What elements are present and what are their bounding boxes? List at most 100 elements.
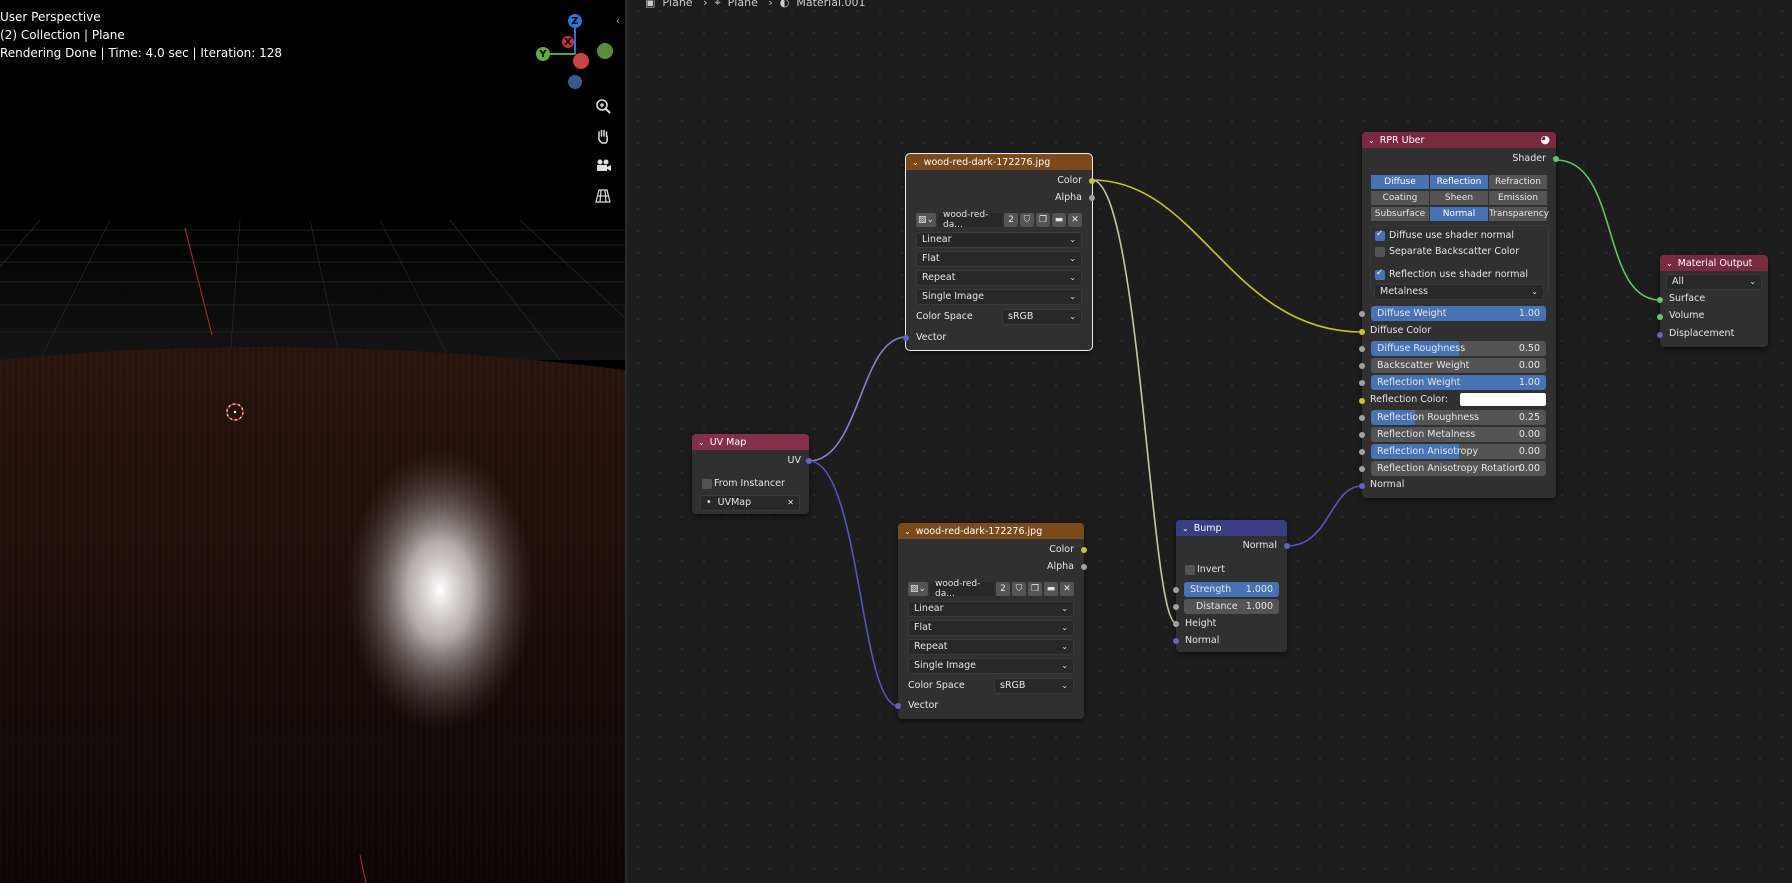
bump-node[interactable]: ⌄ Bump Normal Invert Strength 1.000 Dist…	[1173, 520, 1290, 652]
diffuse-roughness-socket[interactable]	[1359, 346, 1365, 352]
navigation-gizmo[interactable]: Z X Y	[530, 10, 620, 95]
gizmo-neg-z[interactable]	[568, 75, 582, 89]
projection-dropdown[interactable]: Flat ⌄	[916, 251, 1082, 267]
input-normal-socket[interactable]	[1173, 638, 1179, 644]
input-height-socket[interactable]	[1173, 621, 1179, 627]
duplicate-icon[interactable]: ❐	[1036, 213, 1051, 227]
gizmo-z-axis[interactable]: Z	[568, 14, 582, 28]
output-color-socket[interactable]	[1089, 178, 1095, 184]
shader-preview-icon[interactable]: ◕	[1540, 133, 1550, 146]
from-instancer-checkbox[interactable]	[702, 479, 712, 489]
separate-backscatter-checkbox[interactable]	[1375, 247, 1385, 257]
tab-refraction[interactable]: Refraction	[1489, 175, 1547, 189]
output-normal-socket[interactable]	[1284, 543, 1290, 549]
fake-user-shield-icon[interactable]: ⛉	[1020, 213, 1035, 227]
image-browse-icon[interactable]: ▨⌄	[916, 213, 937, 227]
node-header[interactable]: ⌄ Bump	[1176, 520, 1287, 536]
output-uv-socket[interactable]	[806, 458, 812, 464]
source-dropdown[interactable]: Single Image ⌄	[908, 658, 1074, 674]
backscatter-weight-field[interactable]: Backscatter Weight 0.00	[1371, 358, 1546, 373]
diffuse-roughness-field[interactable]: Diffuse Roughness 0.50	[1371, 341, 1546, 356]
extension-dropdown[interactable]: Repeat ⌄	[908, 639, 1074, 655]
node-header[interactable]: ⌄ Material Output	[1660, 255, 1768, 271]
input-normal-socket[interactable]	[1359, 483, 1365, 489]
image-texture-node-2[interactable]: ⌄ wood-red-dark-172276.jpg Color Alpha ▨…	[895, 523, 1087, 719]
reflection-metalness-socket[interactable]	[1359, 432, 1365, 438]
reflection-weight-field[interactable]: Reflection Weight 1.00	[1371, 375, 1546, 390]
node-header[interactable]: ⌄ RPR Uber ◕	[1362, 132, 1556, 148]
reflection-anisotropy-rotation-socket[interactable]	[1359, 466, 1365, 472]
image-name-field[interactable]: wood-red-da...	[930, 579, 995, 599]
reflection-metalness-field[interactable]: Reflection Metalness 0.00	[1371, 427, 1546, 442]
tab-coating[interactable]: Coating	[1371, 191, 1429, 205]
colorspace-dropdown[interactable]: sRGB ⌄	[1002, 309, 1082, 325]
diffuse-color-socket[interactable]	[1359, 329, 1365, 335]
output-alpha-socket[interactable]	[1081, 564, 1087, 570]
node-header[interactable]: ⌄ UV Map	[692, 434, 809, 450]
tab-sheen[interactable]: Sheen	[1430, 191, 1488, 205]
collapse-chevron-icon[interactable]: ⌄	[1182, 524, 1189, 533]
collapse-chevron-icon[interactable]: ⌄	[904, 527, 911, 536]
reflection-color-swatch[interactable]	[1460, 393, 1546, 406]
diffuse-weight-socket[interactable]	[1359, 311, 1365, 317]
extension-dropdown[interactable]: Repeat ⌄	[916, 270, 1082, 286]
diffuse-weight-field[interactable]: Diffuse Weight 1.00	[1371, 306, 1546, 321]
clear-x-icon[interactable]: ✕	[787, 496, 794, 510]
reflection-normal-checkbox[interactable]	[1375, 268, 1385, 280]
tab-transparency[interactable]: Transparency	[1489, 207, 1549, 221]
image-users-count[interactable]: 2	[1004, 213, 1019, 227]
gizmo-x-axis[interactable]: X	[562, 36, 574, 48]
unlink-x-icon[interactable]: ✕	[1060, 582, 1075, 596]
output-shader-socket[interactable]	[1553, 156, 1559, 162]
collapse-arrow-icon[interactable]: ‹	[616, 16, 620, 27]
interpolation-dropdown[interactable]: Linear ⌄	[908, 601, 1074, 617]
target-dropdown[interactable]: All ⌄	[1666, 274, 1762, 290]
uv-map-node[interactable]: ⌄ UV Map UV From Instancer • UVMap ✕	[692, 434, 812, 514]
tab-diffuse[interactable]: Diffuse	[1371, 175, 1429, 189]
tab-normal[interactable]: Normal	[1430, 207, 1488, 221]
tab-subsurface[interactable]: Subsurface	[1371, 207, 1429, 221]
gizmo-neg-x[interactable]	[573, 53, 589, 69]
node-header[interactable]: ⌄ wood-red-dark-172276.jpg	[898, 523, 1084, 539]
diffuse-normal-checkbox[interactable]	[1375, 229, 1385, 241]
source-dropdown[interactable]: Single Image ⌄	[916, 289, 1082, 305]
interpolation-dropdown[interactable]: Linear ⌄	[916, 232, 1082, 248]
rpr-uber-node[interactable]: ⌄ RPR Uber ◕ Shader Diffuse Reflection Ref…	[1359, 132, 1559, 498]
collapse-chevron-icon[interactable]: ⌄	[912, 158, 919, 167]
projection-dropdown[interactable]: Flat ⌄	[908, 620, 1074, 636]
strength-field[interactable]: Strength 1.000	[1184, 582, 1279, 597]
backscatter-weight-socket[interactable]	[1359, 363, 1365, 369]
collapse-chevron-icon[interactable]: ⌄	[1368, 136, 1375, 145]
tab-reflection[interactable]: Reflection	[1430, 175, 1488, 189]
distance-field[interactable]: Distance 1.000	[1184, 599, 1279, 614]
breadcrumb-object[interactable]: Plane	[662, 0, 692, 9]
output-alpha-socket[interactable]	[1089, 195, 1095, 201]
image-name-field[interactable]: wood-red-da...	[938, 210, 1003, 230]
strength-socket[interactable]	[1173, 587, 1179, 593]
reflection-anisotropy-rotation-field[interactable]: Reflection Anisotropy Rotation 0.00	[1371, 461, 1546, 476]
zoom-icon[interactable]	[591, 94, 615, 118]
reflection-mode-dropdown[interactable]: Metalness ⌄	[1374, 284, 1544, 300]
reflection-anisotropy-field[interactable]: Reflection Anisotropy 0.00	[1371, 444, 1546, 459]
camera-icon[interactable]	[591, 154, 615, 178]
3d-viewport[interactable]: User Perspective (2) Collection | Plane …	[0, 0, 625, 883]
colorspace-dropdown[interactable]: sRGB ⌄	[994, 678, 1074, 694]
uvmap-field[interactable]: • UVMap ✕	[700, 495, 800, 511]
collapse-chevron-icon[interactable]: ⌄	[1666, 259, 1673, 268]
image-texture-node-1[interactable]: ⌄ wood-red-dark-172276.jpg Color Alpha ▨…	[903, 153, 1095, 351]
reflection-color-socket[interactable]	[1359, 398, 1365, 404]
input-vector-socket[interactable]	[903, 335, 909, 341]
open-folder-icon[interactable]: ▬	[1044, 582, 1059, 596]
fake-user-shield-icon[interactable]: ⛉	[1012, 582, 1027, 596]
material-output-node[interactable]: ⌄ Material Output All ⌄ Surface Volume Di…	[1657, 255, 1768, 347]
surface-socket[interactable]	[1657, 297, 1663, 303]
grid-icon[interactable]	[591, 184, 615, 208]
hand-icon[interactable]	[591, 124, 615, 148]
image-browse-icon[interactable]: ▨⌄	[908, 582, 929, 596]
reflection-weight-socket[interactable]	[1359, 380, 1365, 386]
volume-socket[interactable]	[1657, 314, 1663, 320]
input-vector-socket[interactable]	[895, 703, 901, 709]
output-color-socket[interactable]	[1081, 547, 1087, 553]
invert-checkbox[interactable]	[1185, 565, 1195, 575]
breadcrumb-mesh[interactable]: Plane	[728, 0, 758, 9]
